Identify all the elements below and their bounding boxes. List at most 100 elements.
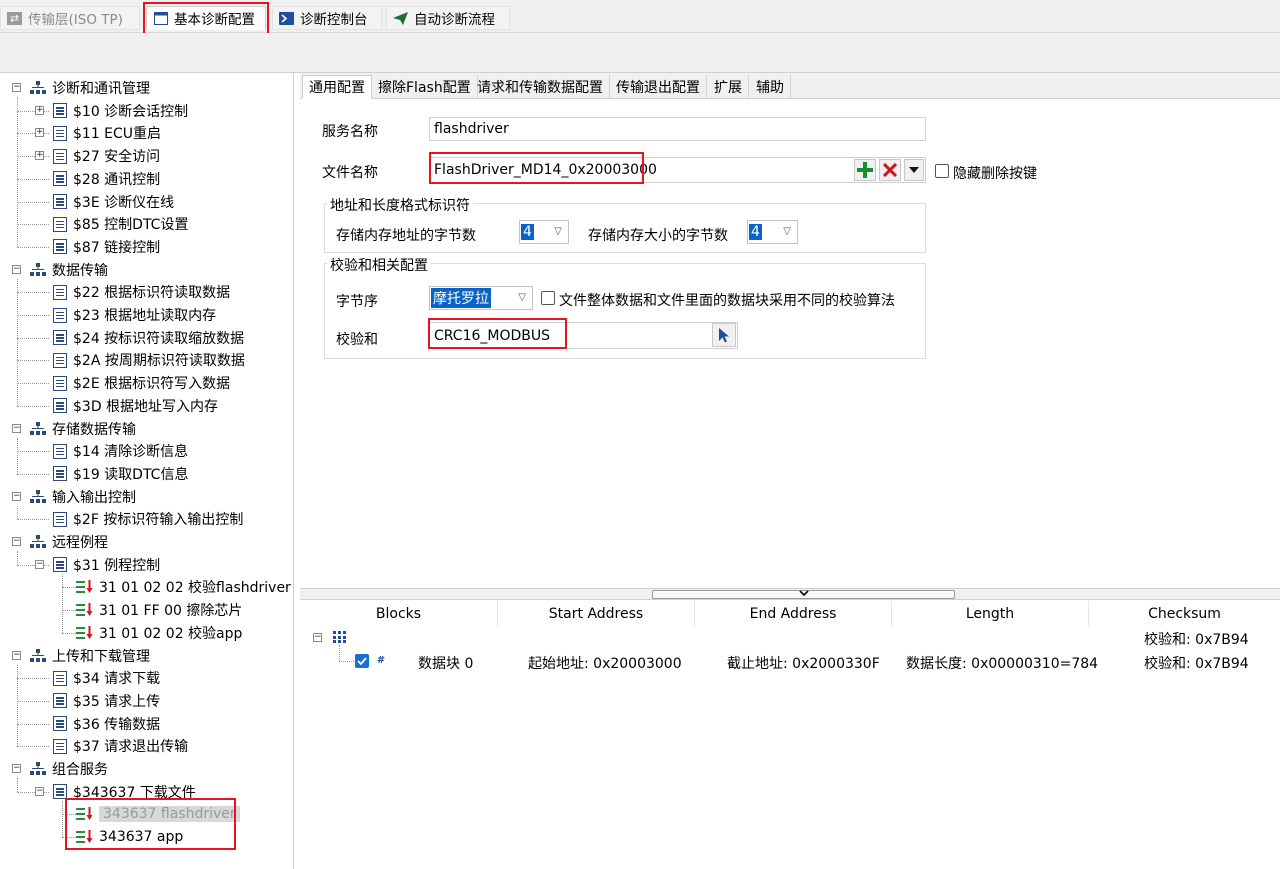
tree-item[interactable]: $87 链接控制 — [53, 236, 160, 258]
tree-item[interactable]: $24 按标识符读取缩放数据 — [53, 327, 244, 349]
tab-erase-flash-config[interactable]: 擦除Flash配置 — [372, 75, 478, 99]
checksum-label: 校验和 — [336, 332, 378, 348]
tree-item[interactable]: $36 传输数据 — [53, 713, 160, 735]
tree-item[interactable]: $2A 按周期标识符读取数据 — [53, 349, 245, 371]
tree-item[interactable]: $343637 下载文件 — [53, 781, 196, 803]
header-start-address[interactable]: Start Address — [498, 601, 695, 627]
diff-algo-checkbox[interactable] — [541, 291, 555, 305]
tree-item[interactable]: $23 根据地址读取内存 — [53, 304, 216, 326]
tree-step[interactable]: 343637 flashdriver — [76, 803, 240, 825]
tree-step-label: 343637 flashdriver — [99, 806, 240, 823]
plus-icon — [857, 162, 873, 178]
group-icon — [30, 535, 46, 549]
tree-expander[interactable]: − — [12, 264, 21, 274]
tree-item[interactable]: $14 清除诊断信息 — [53, 440, 188, 462]
document-icon — [53, 670, 67, 686]
tree-group-1[interactable]: 数据传输 — [30, 259, 108, 281]
tab-basic-diag-config[interactable]: 基本诊断配置 — [146, 6, 266, 30]
tree-item[interactable]: $27 安全访问 — [53, 145, 160, 167]
tree-line — [62, 800, 63, 838]
tree-expander[interactable]: + — [35, 105, 44, 115]
tree-item[interactable]: $3D 根据地址写入内存 — [53, 395, 218, 417]
cursor-icon — [719, 328, 729, 343]
header-end-address[interactable]: End Address — [695, 601, 892, 627]
file-name-input[interactable]: FlashDriver_MD14_0x20003000 — [429, 157, 926, 183]
tab-auxiliary[interactable]: 辅助 — [750, 75, 791, 99]
checksum-input[interactable]: CRC16_MODBUS — [429, 322, 738, 349]
panel-splitter[interactable] — [300, 588, 1280, 600]
document-icon — [53, 352, 67, 368]
tab-request-transfer-config[interactable]: 请求和传输数据配置 — [471, 75, 610, 99]
tree-expander[interactable]: + — [35, 151, 44, 161]
tree-item[interactable]: $22 根据标识符读取数据 — [53, 281, 230, 303]
tree-expander[interactable]: − — [12, 423, 21, 433]
tree-item[interactable]: $35 请求上传 — [53, 690, 160, 712]
header-blocks[interactable]: Blocks — [300, 601, 498, 627]
tree-step[interactable]: 31 01 FF 00 擦除芯片 — [76, 599, 242, 621]
tree-item-label: $2F 按标识符输入输出控制 — [73, 512, 244, 529]
tree-expander[interactable]: − — [12, 537, 21, 546]
hide-delete-checkbox[interactable] — [935, 164, 949, 178]
tree-item[interactable]: $11 ECU重启 — [53, 122, 161, 144]
checksum-picker-button[interactable] — [712, 323, 736, 347]
addr-bytes-select[interactable]: 4 ▽ — [519, 220, 569, 244]
block-name: 数据块 0 — [418, 656, 474, 672]
tree-line — [17, 405, 49, 407]
transfer-icon: ⇄ — [7, 11, 22, 25]
header-length[interactable]: Length — [892, 601, 1089, 627]
tree-step[interactable]: 31 01 02 02 校验flashdriver — [76, 576, 291, 598]
tree-item[interactable]: $34 请求下载 — [53, 667, 160, 689]
tree-step[interactable]: 31 01 02 02 校验app — [76, 622, 242, 644]
add-file-button[interactable] — [854, 159, 876, 181]
addr-bytes-label: 存储内存地址的字节数 — [336, 228, 476, 244]
tab-general-config[interactable]: 通用配置 — [302, 75, 372, 99]
tree-line — [17, 383, 49, 385]
tree-item[interactable]: $37 请求退出传输 — [53, 735, 188, 757]
tree-item-label: $3D 根据地址写入内存 — [73, 398, 219, 415]
tree-expander[interactable]: − — [12, 650, 21, 660]
tree-item[interactable]: $28 通讯控制 — [53, 168, 160, 190]
tree-step[interactable]: 343637 app — [76, 826, 183, 848]
tree-item[interactable]: $31 例程控制 — [53, 554, 160, 576]
document-icon — [53, 693, 67, 709]
tree-item[interactable]: $10 诊断会话控制 — [53, 100, 188, 122]
tab-transport-layer[interactable]: ⇄ 传输层(ISO TP) — [0, 6, 140, 30]
document-icon — [53, 125, 67, 141]
table-row[interactable]: 数据块 0 起始地址: 0x20003000 截止地址: 0x2000330F … — [300, 650, 1280, 672]
service-name-input[interactable]: flashdriver — [429, 117, 926, 141]
tree-group-6[interactable]: 组合服务 — [30, 758, 108, 780]
tab-transfer-exit-config[interactable]: 传输退出配置 — [610, 75, 707, 99]
tree-expander[interactable]: − — [12, 83, 21, 92]
size-bytes-label: 存储内存大小的字节数 — [588, 228, 728, 244]
tree-expander[interactable]: − — [35, 559, 44, 569]
tree-group-5[interactable]: 上传和下载管理 — [30, 645, 150, 667]
close-icon — [883, 163, 897, 177]
tree-group-0[interactable]: 诊断和通讯管理 — [30, 77, 150, 99]
tree-group-3[interactable]: 输入输出控制 — [30, 486, 136, 508]
tree-expander[interactable]: + — [35, 128, 44, 138]
tree-line — [17, 201, 49, 203]
tab-auto-diag-flow[interactable]: 自动诊断流程 — [386, 6, 510, 30]
tree-item-label: $10 诊断会话控制 — [73, 103, 189, 120]
tab-extension[interactable]: 扩展 — [708, 75, 749, 99]
tab-diag-console[interactable]: 诊断控制台 — [272, 6, 382, 30]
size-bytes-select[interactable]: 4 ▽ — [747, 220, 798, 244]
tree-group-2[interactable]: 存储数据传输 — [30, 418, 136, 440]
tree-item[interactable]: $2F 按标识符输入输出控制 — [53, 508, 243, 530]
tree-line — [17, 246, 49, 248]
document-icon — [53, 284, 67, 300]
tree-line — [62, 632, 76, 634]
byte-order-select[interactable]: 摩托罗拉 ▽ — [429, 286, 533, 310]
tree-expander[interactable]: − — [12, 764, 21, 773]
tree-item[interactable]: $19 读取DTC信息 — [53, 463, 188, 485]
tree-expander[interactable]: − — [35, 786, 44, 796]
file-dropdown-button[interactable] — [904, 159, 924, 181]
grid-collapse-toggle[interactable]: − — [313, 633, 322, 642]
tree-item[interactable]: $2E 根据标识符写入数据 — [53, 372, 230, 394]
header-checksum[interactable]: Checksum — [1089, 601, 1280, 627]
remove-file-button[interactable] — [879, 159, 901, 181]
tree-item[interactable]: $3E 诊断仪在线 — [53, 191, 174, 213]
tree-expander[interactable]: − — [12, 491, 21, 501]
tree-item[interactable]: $85 控制DTC设置 — [53, 213, 188, 235]
tree-group-4[interactable]: 远程例程 — [30, 531, 108, 553]
